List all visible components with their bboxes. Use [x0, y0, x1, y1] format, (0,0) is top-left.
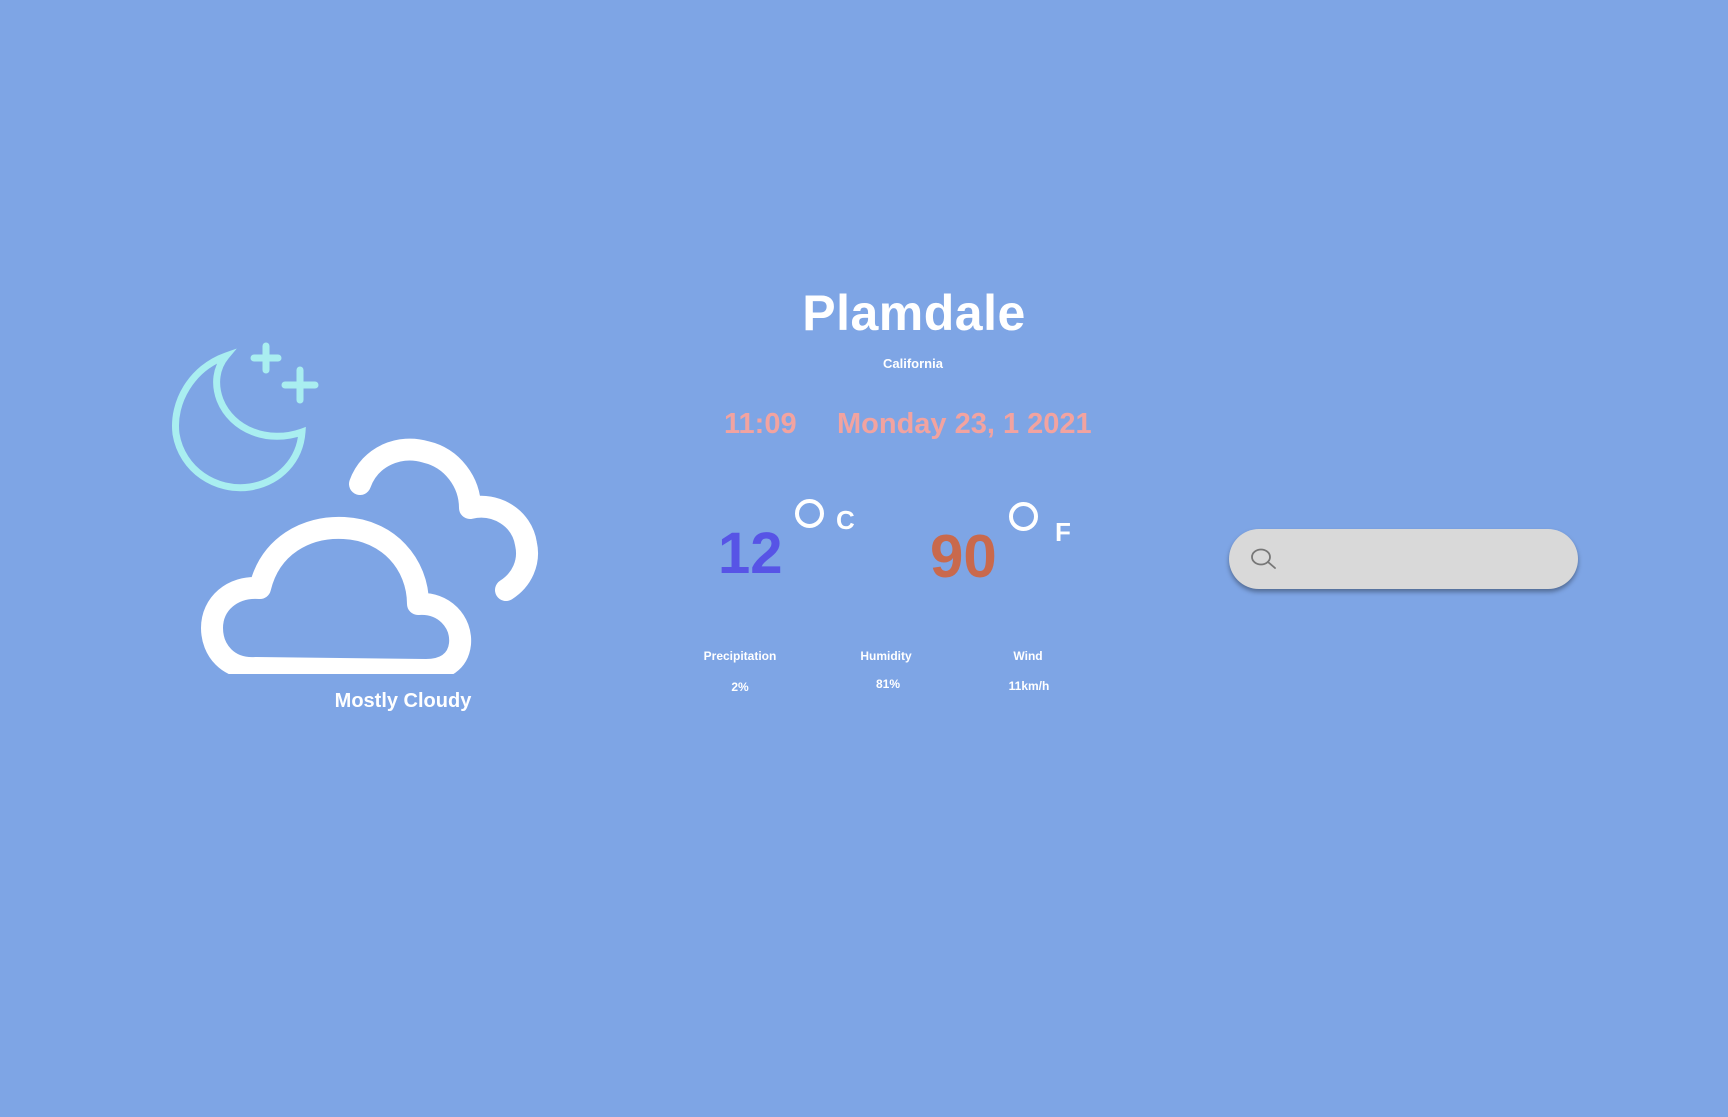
weather-condition-label: Mostly Cloudy — [334, 690, 472, 712]
wind-label: Wind — [1013, 649, 1043, 663]
search-icon[interactable] — [1249, 547, 1277, 571]
degree-icon — [1009, 502, 1038, 531]
humidity-label: Humidity — [860, 649, 912, 663]
degree-icon — [795, 499, 824, 528]
wind-value: 11km/h — [1008, 679, 1050, 693]
celsius-unit: C — [836, 505, 855, 535]
temperature-fahrenheit: 90 — [930, 523, 997, 590]
night-cloudy-icon — [172, 342, 538, 674]
precipitation-value: 2% — [731, 680, 749, 694]
state-name: California — [883, 356, 943, 371]
precipitation-label: Precipitation — [703, 649, 777, 663]
search-bar[interactable] — [1229, 529, 1578, 591]
fahrenheit-unit: F — [1055, 517, 1071, 547]
current-date: Monday 23, 1 2021 — [837, 408, 1092, 440]
temperature-celsius: 12 — [718, 521, 783, 586]
search-input[interactable] — [1289, 529, 1563, 591]
humidity-value: 81% — [875, 677, 901, 691]
weather-app: Mostly Cloudy Plamdale California 11:09 … — [0, 0, 1728, 1117]
moon-icon — [172, 342, 319, 492]
current-time: 11:09 — [724, 408, 797, 440]
city-name: Plamdale — [802, 285, 1026, 341]
